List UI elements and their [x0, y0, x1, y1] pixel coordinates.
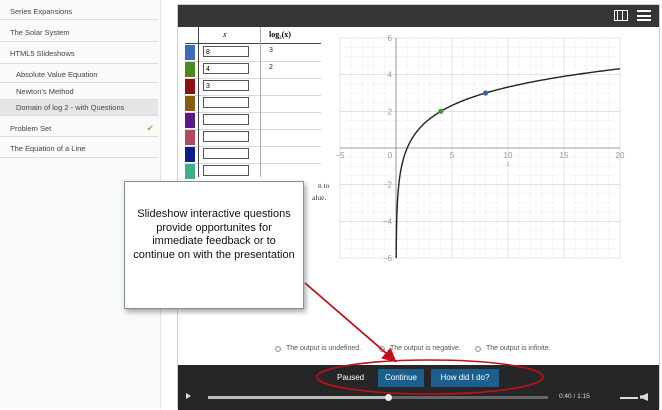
progress-handle[interactable] — [385, 394, 393, 401]
table-row — [185, 163, 321, 180]
color-swatch[interactable] — [185, 164, 195, 179]
x-axis-label: x — [505, 160, 510, 168]
table-row: 83 — [185, 44, 321, 62]
continue-button[interactable]: Continue — [378, 369, 424, 387]
x-input[interactable] — [203, 131, 249, 142]
radio-button[interactable] — [379, 345, 385, 352]
data-point — [438, 108, 444, 114]
sidebar-item-html5-slideshows[interactable]: HTML5 Slideshows — [0, 44, 158, 64]
menu-icon[interactable] — [637, 10, 651, 21]
radio-button[interactable] — [275, 345, 281, 352]
sidebar-item-newtons-method[interactable]: Newton's Method — [0, 83, 158, 100]
data-point — [483, 90, 489, 96]
sidebar-item-series-expansions[interactable]: Series Expansions — [0, 4, 158, 20]
x-input[interactable]: 3 — [203, 80, 249, 91]
x-tick-label: 0 — [388, 151, 393, 160]
color-swatch[interactable] — [185, 62, 195, 77]
x-input[interactable] — [203, 165, 249, 176]
volume-slider[interactable] — [620, 397, 638, 399]
x-input[interactable]: 8 — [203, 46, 249, 57]
y-value: 2 — [269, 64, 273, 71]
sidebar-item-label: Newton's Method — [16, 86, 74, 96]
y-tick-label: −4 — [383, 217, 393, 226]
sidebar-item-label: HTML5 Slideshows — [10, 49, 75, 58]
play-icon[interactable] — [186, 393, 191, 399]
answer-option-negative[interactable]: The output is negative. — [379, 345, 461, 352]
sidebar-item-domain-log2[interactable]: Domain of log 2 - with Questions — [0, 100, 158, 116]
color-swatch[interactable] — [185, 113, 195, 128]
sidebar-item-absolute-value[interactable]: Absolute Value Equation — [0, 66, 158, 83]
sidebar-item-solar-system[interactable]: The Solar System — [0, 24, 158, 42]
sidebar-item-label: Domain of log 2 - with Questions — [16, 103, 125, 112]
color-swatch[interactable] — [185, 45, 195, 60]
option-label: The output is undefined. — [286, 345, 362, 352]
progress-bar[interactable] — [208, 394, 548, 401]
checkmark-icon: ✔ — [146, 122, 154, 133]
sidebar-item-label: The Solar System — [10, 28, 70, 37]
option-label: The output is infinite. — [486, 345, 551, 352]
sidebar-item-label: Series Expansions — [10, 7, 73, 16]
y-tick-label: −6 — [383, 254, 393, 263]
table-row — [185, 129, 321, 147]
how-did-i-do-button[interactable]: How did I do? — [431, 369, 499, 387]
x-input[interactable]: 4 — [203, 63, 249, 74]
header-x: x — [223, 30, 227, 39]
table-divider — [260, 27, 261, 177]
prompt-text-fragment: n to — [318, 181, 330, 190]
sidebar-item-equation-of-line[interactable]: The Equation of a Line — [0, 140, 158, 158]
color-swatch[interactable] — [185, 79, 195, 94]
table-row — [185, 95, 321, 113]
log-graph[interactable]: −5 5 10 15 20 0 6 4 2 −2 −4 −6 x — [335, 33, 625, 263]
time-display: 0:40 / 1:15 — [559, 393, 590, 400]
status-label: Paused — [337, 373, 365, 382]
sidebar-item-problem-set[interactable]: Problem Set ✔ — [0, 120, 158, 137]
y-tick-label: 6 — [388, 34, 393, 43]
annotation-callout: Slideshow interactive questions provide … — [124, 181, 304, 309]
sidebar-item-label: Problem Set — [10, 123, 52, 133]
y-tick-label: 4 — [388, 71, 393, 80]
y-tick-label: −2 — [383, 181, 393, 190]
answer-option-infinite[interactable]: The output is infinite. — [475, 345, 551, 352]
y-tick-label: 2 — [388, 107, 393, 116]
value-table: x log₂(x) 83 42 3 — [185, 27, 321, 180]
option-label: The output is negative. — [390, 345, 461, 352]
table-divider — [198, 27, 199, 177]
x-input[interactable] — [203, 97, 249, 108]
x-tick-label: 5 — [450, 151, 455, 160]
player-control-bar: Paused Continue How did I do? 0:40 / 1:1… — [178, 365, 659, 410]
prompt-text-fragment: alue. — [312, 193, 327, 202]
sidebar-item-label: Absolute Value Equation — [16, 69, 98, 79]
table-row — [185, 112, 321, 130]
y-value: 3 — [269, 47, 273, 54]
x-input[interactable] — [203, 114, 249, 125]
answer-option-undefined[interactable]: The output is undefined. — [275, 345, 361, 352]
table-header: x log₂(x) — [185, 27, 321, 44]
player-top-bar — [178, 5, 659, 27]
color-swatch[interactable] — [185, 96, 195, 111]
x-tick-label: −5 — [335, 151, 345, 160]
progress-fill — [208, 396, 389, 399]
filmstrip-icon[interactable] — [614, 10, 628, 21]
volume-icon[interactable] — [640, 393, 648, 401]
table-row: 42 — [185, 61, 321, 79]
callout-text: Slideshow interactive questions provide … — [133, 208, 295, 261]
color-swatch[interactable] — [185, 147, 195, 162]
table-row: 3 — [185, 78, 321, 96]
color-swatch[interactable] — [185, 130, 195, 145]
x-tick-label: 15 — [560, 151, 569, 160]
x-tick-label: 10 — [504, 151, 513, 160]
sidebar-item-label: The Equation of a Line — [10, 144, 86, 153]
header-log2x: log₂(x) — [269, 30, 291, 39]
x-tick-label: 20 — [616, 151, 625, 160]
x-input[interactable] — [203, 148, 249, 159]
radio-button[interactable] — [475, 345, 481, 352]
table-row — [185, 146, 321, 164]
